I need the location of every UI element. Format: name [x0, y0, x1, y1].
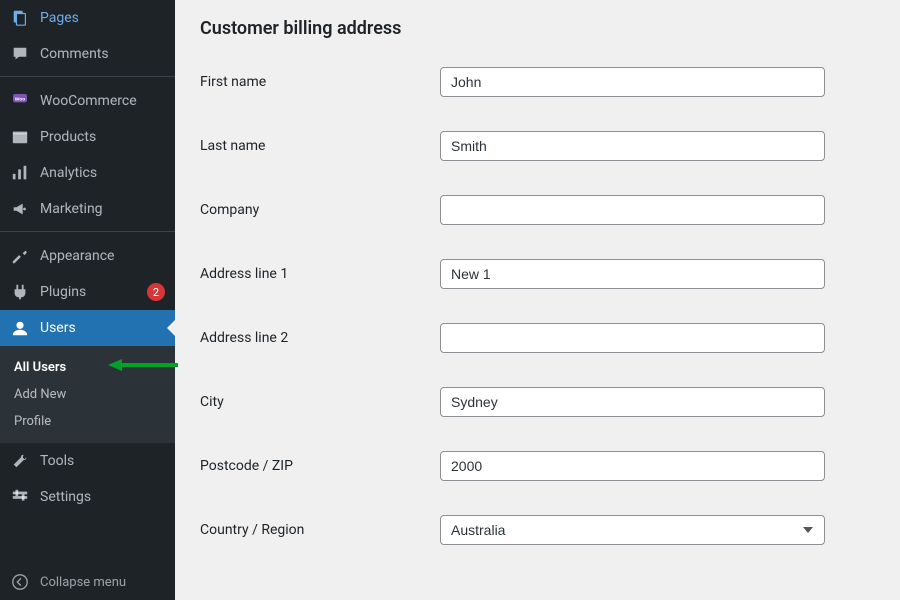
- users-icon: [10, 318, 30, 338]
- label-company: Company: [200, 202, 440, 218]
- settings-icon: [10, 487, 30, 507]
- row-address2: Address line 2: [200, 323, 875, 353]
- menu-woocommerce[interactable]: Woo WooCommerce: [0, 83, 175, 119]
- menu-label: WooCommerce: [40, 93, 165, 109]
- row-postcode: Postcode / ZIP: [200, 451, 875, 481]
- pages-icon: [10, 8, 30, 28]
- menu-plugins[interactable]: Plugins 2: [0, 274, 175, 310]
- menu-tools[interactable]: Tools: [0, 443, 175, 479]
- menu-label: Products: [40, 129, 165, 145]
- appearance-icon: [10, 246, 30, 266]
- menu-settings[interactable]: Settings: [0, 479, 175, 515]
- input-address1[interactable]: [440, 259, 825, 289]
- row-first-name: First name: [200, 67, 875, 97]
- label-city: City: [200, 394, 440, 410]
- plugins-icon: [10, 282, 30, 302]
- input-address2[interactable]: [440, 323, 825, 353]
- row-company: Company: [200, 195, 875, 225]
- woo-icon: Woo: [10, 91, 30, 111]
- menu-comments[interactable]: Comments: [0, 36, 175, 72]
- menu-separator: [0, 227, 175, 232]
- label-address2: Address line 2: [200, 330, 440, 346]
- label-country: Country / Region: [200, 522, 440, 538]
- menu-label: Tools: [40, 453, 165, 469]
- menu-users[interactable]: Users: [0, 310, 175, 346]
- row-country: Country / Region Australia: [200, 515, 875, 545]
- select-wrap: Australia: [440, 515, 825, 545]
- label-last-name: Last name: [200, 138, 440, 154]
- tools-icon: [10, 451, 30, 471]
- menu-label: Plugins: [40, 284, 143, 300]
- users-submenu: All Users Add New Profile: [0, 346, 175, 443]
- menu-pages[interactable]: Pages: [0, 0, 175, 36]
- menu-products[interactable]: Products: [0, 119, 175, 155]
- label-address1: Address line 1: [200, 266, 440, 282]
- menu-separator: [0, 72, 175, 77]
- menu-label: Comments: [40, 46, 165, 62]
- collapse-label: Collapse menu: [40, 575, 126, 590]
- select-country[interactable]: Australia: [440, 515, 825, 545]
- menu-label: Analytics: [40, 165, 165, 181]
- menu-label: Marketing: [40, 201, 165, 217]
- plugins-badge: 2: [147, 283, 165, 301]
- menu-analytics[interactable]: Analytics: [0, 155, 175, 191]
- input-postcode[interactable]: [440, 451, 825, 481]
- input-first-name[interactable]: [440, 67, 825, 97]
- collapse-icon: [10, 572, 30, 592]
- input-city[interactable]: [440, 387, 825, 417]
- input-company[interactable]: [440, 195, 825, 225]
- label-postcode: Postcode / ZIP: [200, 458, 440, 474]
- main-content: Customer billing address First name Last…: [175, 0, 900, 600]
- menu-label: Settings: [40, 489, 165, 505]
- row-address1: Address line 1: [200, 259, 875, 289]
- submenu-label: All Users: [14, 360, 66, 375]
- submenu-profile[interactable]: Profile: [0, 408, 175, 435]
- row-last-name: Last name: [200, 131, 875, 161]
- menu-label: Pages: [40, 10, 165, 26]
- submenu-label: Add New: [14, 387, 66, 402]
- highlight-arrow-icon: [108, 356, 178, 374]
- menu-label: Users: [40, 320, 165, 336]
- products-icon: [10, 127, 30, 147]
- row-city: City: [200, 387, 875, 417]
- marketing-icon: [10, 199, 30, 219]
- section-title: Customer billing address: [200, 18, 875, 39]
- menu-appearance[interactable]: Appearance: [0, 238, 175, 274]
- submenu-label: Profile: [14, 414, 51, 429]
- submenu-all-users[interactable]: All Users: [0, 354, 175, 381]
- label-first-name: First name: [200, 74, 440, 90]
- analytics-icon: [10, 163, 30, 183]
- collapse-menu[interactable]: Collapse menu: [0, 564, 175, 600]
- svg-text:Woo: Woo: [15, 96, 26, 102]
- comment-icon: [10, 44, 30, 64]
- menu-marketing[interactable]: Marketing: [0, 191, 175, 227]
- admin-sidebar: Pages Comments Woo WooCommerce Products …: [0, 0, 175, 600]
- submenu-add-new[interactable]: Add New: [0, 381, 175, 408]
- input-last-name[interactable]: [440, 131, 825, 161]
- menu-label: Appearance: [40, 248, 165, 264]
